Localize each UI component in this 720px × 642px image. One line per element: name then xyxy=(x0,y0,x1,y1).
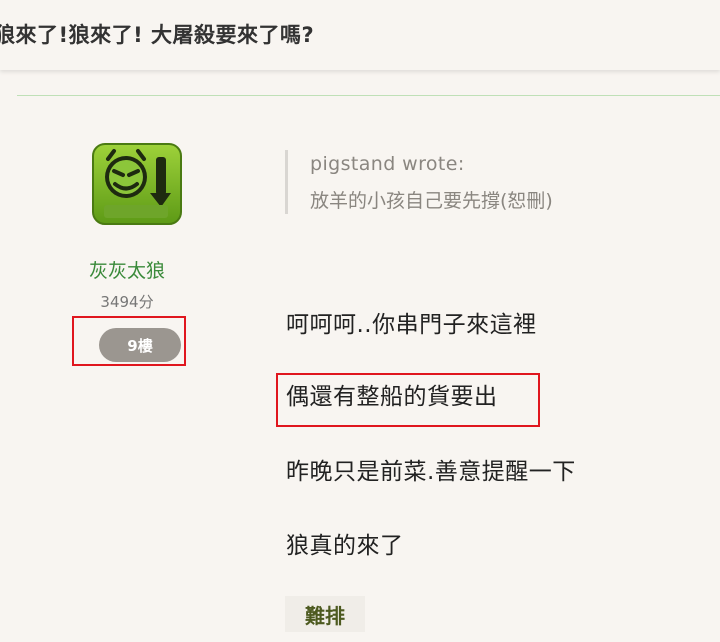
author-score: 3494分 xyxy=(100,293,154,311)
text-highlight-box xyxy=(276,373,540,427)
author-name[interactable]: 灰灰太狼 xyxy=(72,256,182,283)
post-line: 呵呵呵..你串門子來這裡 xyxy=(286,312,537,338)
post-line: 狼真的來了 xyxy=(286,533,404,559)
quote-author: pigstand wrote: xyxy=(310,153,465,175)
post-tag[interactable]: 難排 xyxy=(285,596,365,632)
thread-title: 狼來了!狼來了! 大屠殺要來了嗎? xyxy=(0,23,315,47)
post-divider xyxy=(17,95,720,96)
wolf-avatar-icon xyxy=(92,143,182,225)
thread-header: 狼來了!狼來了! 大屠殺要來了嗎? xyxy=(0,0,720,70)
author-avatar[interactable] xyxy=(92,143,182,225)
quote-text: 放羊的小孩自己要先撐(恕刪) xyxy=(310,190,553,212)
post-line: 昨晚只是前菜.善意提醒一下 xyxy=(286,459,576,485)
floor-badge[interactable]: 9樓 xyxy=(99,328,181,362)
quote-block: pigstand wrote: 放羊的小孩自己要先撐(恕刪) xyxy=(285,150,705,214)
